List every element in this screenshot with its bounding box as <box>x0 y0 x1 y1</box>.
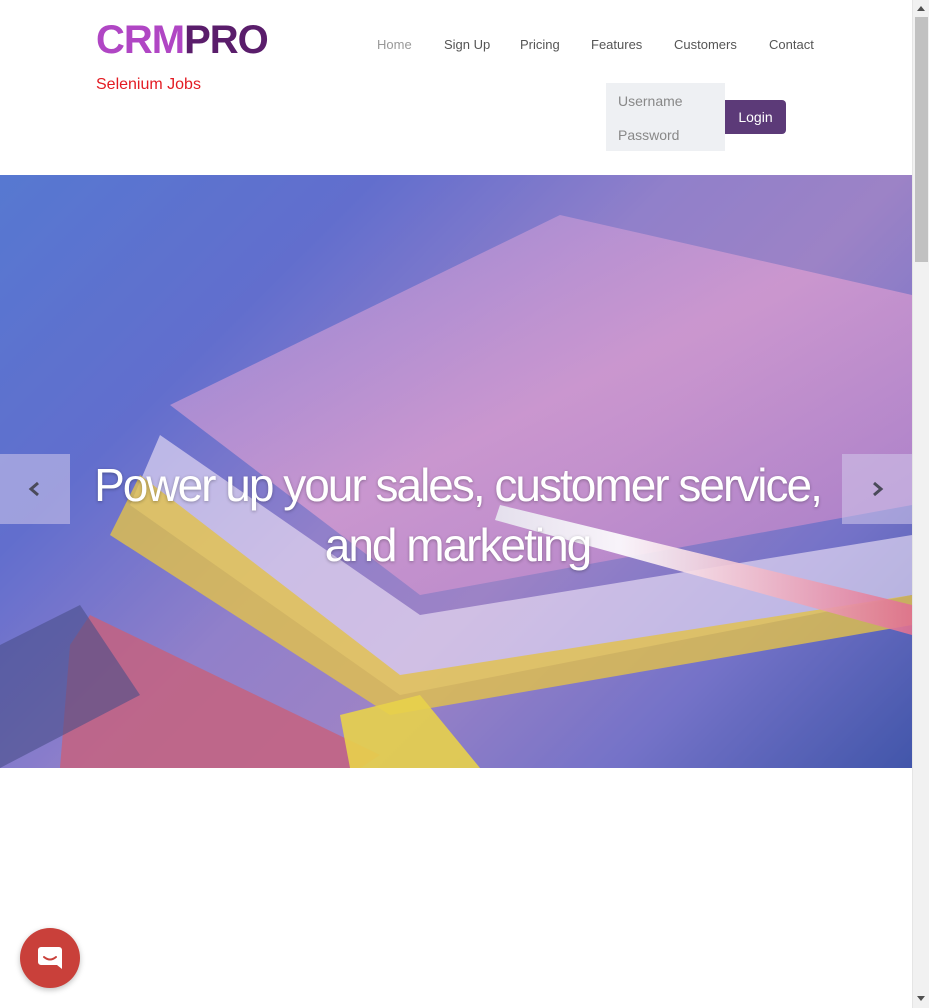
scrollbar-thumb[interactable] <box>915 17 928 262</box>
scroll-down-icon[interactable] <box>917 996 925 1001</box>
chat-launcher-button[interactable] <box>20 928 80 988</box>
nav-customers[interactable]: Customers <box>674 37 737 52</box>
main-nav: Home Sign Up Pricing Features Customers … <box>0 37 912 55</box>
nav-sign-up[interactable]: Sign Up <box>444 37 490 52</box>
scroll-up-icon[interactable] <box>917 6 925 11</box>
chevron-left-icon <box>28 481 39 497</box>
username-field[interactable]: Username <box>618 93 683 109</box>
hero-carousel: Power up your sales, customer service, a… <box>0 175 912 768</box>
login-form: Username Password <box>606 83 725 151</box>
chat-icon <box>38 947 62 969</box>
password-field[interactable]: Password <box>618 127 679 143</box>
chevron-right-icon <box>873 481 884 497</box>
carousel-prev-button[interactable] <box>0 454 70 524</box>
hero-caption: Power up your sales, customer service, a… <box>94 459 823 571</box>
site-subtitle: Selenium Jobs <box>96 76 201 93</box>
nav-home[interactable]: Home <box>377 37 412 52</box>
nav-pricing[interactable]: Pricing <box>520 37 560 52</box>
login-button[interactable]: Login <box>725 100 786 134</box>
page: CRMPRO Selenium Jobs Home Sign Up Pricin… <box>0 0 912 1008</box>
carousel-next-button[interactable] <box>842 454 912 524</box>
vertical-scrollbar[interactable] <box>912 0 929 1008</box>
nav-features[interactable]: Features <box>591 37 642 52</box>
nav-contact[interactable]: Contact <box>769 37 814 52</box>
